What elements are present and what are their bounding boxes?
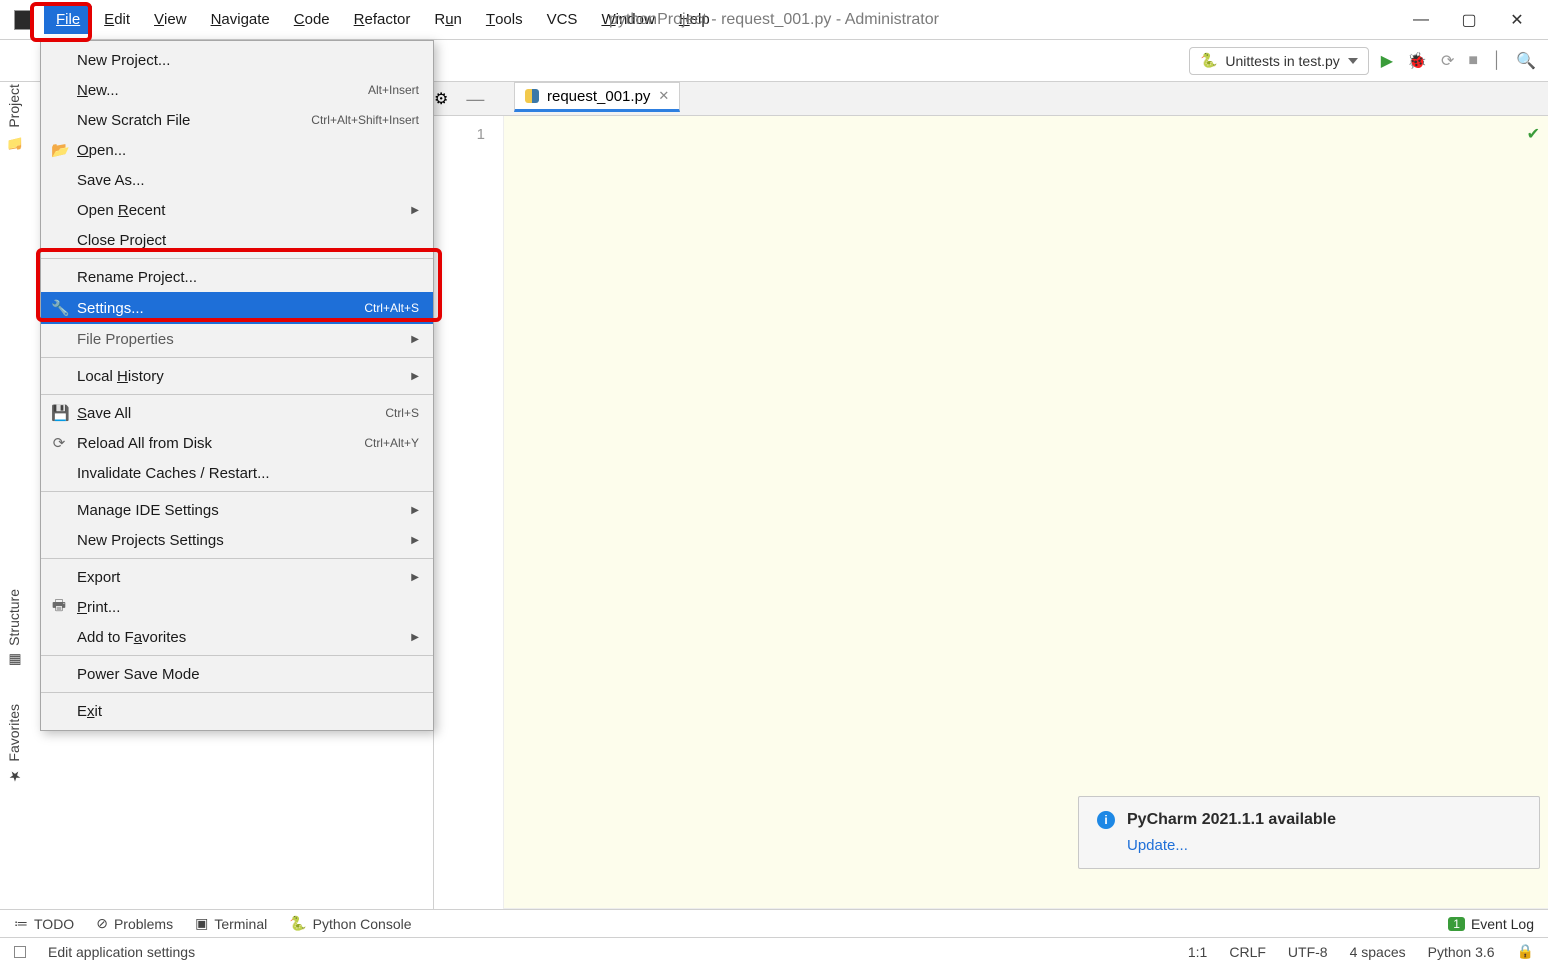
menu-close-project[interactable]: Close Project bbox=[41, 225, 433, 255]
notification-update-link[interactable]: Update... bbox=[1127, 837, 1521, 854]
app-logo-icon bbox=[14, 10, 34, 30]
status-caret-pos[interactable]: 1:1 bbox=[1188, 944, 1207, 960]
wrench-icon: 🔧 bbox=[51, 299, 67, 317]
menu-edit[interactable]: Edit bbox=[92, 6, 142, 34]
menu-open-recent[interactable]: Open Recent bbox=[41, 195, 433, 225]
run-config-label: Unittests in test.py bbox=[1225, 53, 1339, 69]
folder-open-icon: 📂 bbox=[51, 141, 67, 159]
menu-save-all[interactable]: 💾Save AllCtrl+S bbox=[41, 398, 433, 428]
event-badge: 1 bbox=[1448, 917, 1465, 931]
python-file-icon bbox=[525, 89, 539, 103]
sidebar-tab-favorites[interactable]: ★Favorites bbox=[4, 700, 24, 788]
tool-window-bar: ≔TODO ⊘Problems ▣Terminal 🐍Python Consol… bbox=[0, 909, 1548, 937]
menu-new-project[interactable]: New Project... bbox=[41, 45, 433, 75]
status-encoding[interactable]: UTF-8 bbox=[1288, 944, 1328, 960]
status-indent[interactable]: 4 spaces bbox=[1350, 944, 1406, 960]
status-interpreter[interactable]: Python 3.6 bbox=[1428, 944, 1495, 960]
editor-gutter: 1 bbox=[434, 116, 504, 909]
tool-terminal[interactable]: ▣Terminal bbox=[195, 915, 267, 932]
menu-power-save[interactable]: Power Save Mode bbox=[41, 659, 433, 689]
menu-new-scratch[interactable]: New Scratch FileCtrl+Alt+Shift+Insert bbox=[41, 105, 433, 135]
menu-manage-ide[interactable]: Manage IDE Settings bbox=[41, 495, 433, 525]
menu-settings[interactable]: 🔧Settings...Ctrl+Alt+S bbox=[41, 292, 433, 324]
gear-icon[interactable]: ⚙ bbox=[434, 89, 448, 109]
run-button[interactable]: ▶ bbox=[1381, 51, 1393, 71]
reload-icon: ⟳ bbox=[51, 434, 67, 452]
separator bbox=[41, 655, 433, 656]
status-line-sep[interactable]: CRLF bbox=[1229, 944, 1266, 960]
separator bbox=[41, 692, 433, 693]
coverage-button[interactable]: ⟳ bbox=[1441, 51, 1454, 71]
inspection-ok-icon[interactable]: ✔ bbox=[1527, 124, 1540, 144]
menu-new[interactable]: New...Alt+Insert bbox=[41, 75, 433, 105]
print-icon: 🖶 bbox=[51, 595, 67, 620]
menu-new-projects-settings[interactable]: New Projects Settings bbox=[41, 525, 433, 555]
menu-code[interactable]: Code bbox=[282, 6, 342, 34]
menu-open[interactable]: 📂Open... bbox=[41, 135, 433, 165]
menu-add-favorites[interactable]: Add to Favorites bbox=[41, 622, 433, 652]
sidebar-tab-structure[interactable]: ▦Structure bbox=[4, 585, 24, 672]
notification-popup: i PyCharm 2021.1.1 available Update... bbox=[1078, 796, 1540, 869]
menu-file-properties[interactable]: File Properties bbox=[41, 324, 433, 354]
separator bbox=[41, 491, 433, 492]
menu-reload-all[interactable]: ⟳Reload All from DiskCtrl+Alt+Y bbox=[41, 428, 433, 458]
tool-event-log[interactable]: 1Event Log bbox=[1448, 916, 1534, 932]
notification-title: PyCharm 2021.1.1 available bbox=[1127, 811, 1336, 829]
menu-save-as[interactable]: Save As... bbox=[41, 165, 433, 195]
menu-view[interactable]: View bbox=[142, 6, 199, 34]
window-buttons: — ▢ ✕ bbox=[1408, 10, 1548, 30]
status-bar: Edit application settings 1:1 CRLF UTF-8… bbox=[0, 937, 1548, 965]
menu-run[interactable]: Run bbox=[422, 6, 474, 34]
line-number: 1 bbox=[434, 126, 485, 143]
menu-refactor[interactable]: Refactor bbox=[342, 6, 423, 34]
editor[interactable]: 1 ✔ bbox=[434, 116, 1548, 909]
menu-export[interactable]: Export bbox=[41, 562, 433, 592]
titlebar: File Edit View Navigate Code Refactor Ru… bbox=[0, 0, 1548, 40]
menu-navigate[interactable]: Navigate bbox=[199, 6, 282, 34]
file-menu-dropdown: New Project... New...Alt+Insert New Scra… bbox=[40, 40, 434, 731]
chevron-down-icon bbox=[1348, 58, 1358, 64]
search-button[interactable]: 🔍 bbox=[1516, 51, 1536, 71]
sidebar-tab-project[interactable]: 📁Project bbox=[4, 80, 24, 155]
info-icon: i bbox=[1097, 811, 1115, 829]
menu-file[interactable]: File bbox=[44, 6, 92, 34]
python-icon: 🐍 bbox=[1200, 52, 1217, 69]
close-tab-icon[interactable]: ✕ bbox=[658, 88, 669, 104]
window-title: pythonProject - request_001.py - Adminis… bbox=[609, 11, 939, 29]
menu-vcs[interactable]: VCS bbox=[535, 6, 590, 34]
menu-invalidate-caches[interactable]: Invalidate Caches / Restart... bbox=[41, 458, 433, 488]
menu-print[interactable]: 🖶Print... bbox=[41, 592, 433, 622]
tool-problems[interactable]: ⊘Problems bbox=[96, 915, 173, 932]
maximize-button[interactable]: ▢ bbox=[1456, 10, 1482, 30]
stop-button[interactable]: ■ bbox=[1468, 52, 1478, 70]
separator bbox=[41, 558, 433, 559]
separator bbox=[41, 258, 433, 259]
menu-local-history[interactable]: Local History bbox=[41, 361, 433, 391]
statusbar-toggle-icon[interactable] bbox=[14, 946, 26, 958]
close-button[interactable]: ✕ bbox=[1504, 10, 1530, 30]
run-config-selector[interactable]: 🐍 Unittests in test.py bbox=[1189, 47, 1369, 75]
separator bbox=[41, 394, 433, 395]
tool-todo[interactable]: ≔TODO bbox=[14, 915, 74, 932]
save-icon: 💾 bbox=[51, 404, 67, 422]
file-tab[interactable]: request_001.py ✕ bbox=[514, 82, 680, 112]
editor-tabstrip-controls: ⚙ — bbox=[434, 82, 484, 116]
code-area[interactable] bbox=[504, 116, 1548, 909]
file-tab-label: request_001.py bbox=[547, 88, 650, 105]
tool-python-console[interactable]: 🐍Python Console bbox=[289, 915, 411, 932]
separator bbox=[41, 357, 433, 358]
debug-button[interactable]: 🐞 bbox=[1407, 51, 1427, 71]
run-buttons: ▶ 🐞 ⟳ ■ │ 🔍 bbox=[1381, 51, 1536, 71]
lock-icon[interactable]: 🔒 bbox=[1517, 943, 1534, 960]
menu-exit[interactable]: Exit bbox=[41, 696, 433, 726]
current-line-highlight bbox=[504, 116, 1548, 909]
menu-tools[interactable]: Tools bbox=[474, 6, 535, 34]
menu-rename-project[interactable]: Rename Project... bbox=[41, 262, 433, 292]
collapse-icon[interactable]: — bbox=[466, 89, 484, 110]
minimize-button[interactable]: — bbox=[1408, 11, 1434, 29]
status-hint: Edit application settings bbox=[48, 944, 1166, 960]
